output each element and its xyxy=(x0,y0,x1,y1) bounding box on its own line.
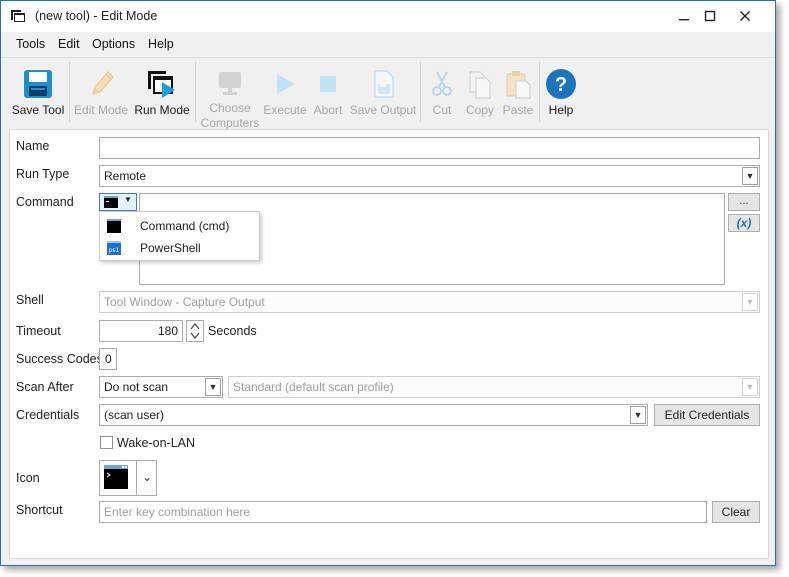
svg-text:?: ? xyxy=(555,74,567,96)
run-type-dropdown[interactable]: Remote ▼ xyxy=(99,165,760,187)
scan-after-label: Scan After xyxy=(16,380,74,394)
insert-variable-button[interactable]: (x) xyxy=(728,214,760,232)
toolbar-separator xyxy=(420,62,421,122)
menu-edit[interactable]: Edit xyxy=(58,37,80,51)
tool-editor-form: Name Run Type Remote ▼ Command ▼ ... (x)… xyxy=(9,129,769,559)
edit-credentials-button[interactable]: Edit Credentials xyxy=(654,404,760,426)
copy-button[interactable]: Copy xyxy=(462,64,498,124)
cmd-icon xyxy=(107,219,121,233)
credentials-dropdown[interactable]: (scan user) ▼ xyxy=(99,404,648,426)
chevron-down-icon: ▼ xyxy=(630,406,646,424)
chevron-down-icon: ▼ xyxy=(205,378,221,396)
chevron-down-icon: ▼ xyxy=(742,293,758,311)
chevron-down-icon: ⌄ xyxy=(142,470,153,484)
scan-profile-dropdown[interactable]: Standard (default scan profile) ▼ xyxy=(228,376,760,398)
run-mode-icon xyxy=(148,71,175,98)
toolbar-separator xyxy=(195,62,196,122)
command-browse-button[interactable]: ... xyxy=(728,193,760,211)
wake-on-lan-checkbox[interactable] xyxy=(100,436,113,449)
chevron-down-icon: ▼ xyxy=(742,378,758,396)
cmd-icon xyxy=(104,196,118,208)
shell-dropdown[interactable]: Tool Window - Capture Output ▼ xyxy=(99,291,760,313)
chevron-down-icon: ▼ xyxy=(742,167,758,185)
clear-shortcut-button[interactable]: Clear xyxy=(712,501,760,523)
success-codes-input[interactable]: 0 xyxy=(99,348,117,370)
chevron-down-icon: ▼ xyxy=(124,195,132,204)
command-label: Command xyxy=(16,195,74,209)
play-icon xyxy=(277,74,295,94)
computer-icon xyxy=(219,72,241,95)
run-type-label: Run Type xyxy=(16,167,70,181)
toolbar: Save Tool Edit Mode Run Mode Choose Comp… xyxy=(1,57,775,130)
svg-text:ps1: ps1 xyxy=(109,247,120,254)
name-input[interactable] xyxy=(99,137,760,159)
paste-icon xyxy=(506,71,531,99)
timeout-label: Timeout xyxy=(16,324,61,338)
command-type-selector[interactable]: ▼ xyxy=(99,193,137,211)
save-tool-button[interactable]: Save Tool xyxy=(7,64,69,124)
pencil-icon xyxy=(92,71,114,95)
edit-mode-button[interactable]: Edit Mode xyxy=(72,64,130,124)
menu-bar: Tools Edit Options Help xyxy=(1,32,775,56)
floppy-disk-icon xyxy=(24,70,52,98)
powershell-icon: ps1 xyxy=(107,241,121,255)
app-window: (new tool) - Edit Mode Tools Edit Option… xyxy=(0,0,776,566)
toolbar-separator xyxy=(69,62,70,122)
scan-after-value: Do not scan xyxy=(104,380,169,394)
close-button[interactable] xyxy=(729,3,761,29)
toolbar-separator xyxy=(539,62,540,122)
icon-label: Icon xyxy=(16,471,40,485)
menu-item-command-cmd[interactable]: Command (cmd) xyxy=(100,215,259,237)
window-title: (new tool) - Edit Mode xyxy=(35,9,158,23)
help-icon: ? xyxy=(546,69,576,99)
shell-value: Tool Window - Capture Output xyxy=(104,295,265,309)
stop-icon xyxy=(320,76,336,92)
save-output-button[interactable]: Save Output xyxy=(348,64,418,124)
menu-item-powershell[interactable]: ps1 PowerShell xyxy=(100,237,259,259)
credentials-label: Credentials xyxy=(16,408,80,422)
timeout-unit: Seconds xyxy=(208,324,257,338)
help-button[interactable]: ? Help xyxy=(542,64,580,124)
close-icon xyxy=(740,11,750,21)
cut-button[interactable]: Cut xyxy=(425,64,459,124)
scan-after-dropdown[interactable]: Do not scan ▼ xyxy=(99,376,223,398)
command-type-menu: Command (cmd) ps1 PowerShell xyxy=(99,211,260,261)
paste-button[interactable]: Paste xyxy=(500,64,536,124)
choose-computers-button[interactable]: Choose Computers xyxy=(198,64,262,130)
maximize-button[interactable] xyxy=(694,3,726,29)
save-document-icon xyxy=(374,70,394,98)
shell-label: Shell xyxy=(16,293,44,307)
timeout-input[interactable]: 180 xyxy=(99,320,183,342)
icon-picker[interactable]: ⌄ xyxy=(99,460,157,496)
execute-button[interactable]: Execute xyxy=(263,64,307,124)
spinner-arrows-icon xyxy=(190,323,200,339)
app-window-icon xyxy=(11,10,25,22)
menu-tools[interactable]: Tools xyxy=(16,37,45,51)
title-bar: (new tool) - Edit Mode xyxy=(1,1,775,32)
cmd-window-icon xyxy=(104,465,128,489)
shortcut-label: Shortcut xyxy=(16,503,63,517)
credentials-value: (scan user) xyxy=(104,408,165,422)
abort-button[interactable]: Abort xyxy=(308,64,348,124)
menu-help[interactable]: Help xyxy=(148,37,174,51)
run-mode-button[interactable]: Run Mode xyxy=(131,64,193,124)
scissors-icon xyxy=(432,71,452,96)
minimize-icon xyxy=(679,19,689,21)
name-label: Name xyxy=(16,139,50,153)
wake-on-lan-label: Wake-on-LAN xyxy=(117,436,196,450)
success-codes-label: Success Codes xyxy=(16,352,103,366)
shortcut-input[interactable]: Enter key combination here xyxy=(99,501,707,523)
menu-options[interactable]: Options xyxy=(92,37,135,51)
copy-icon xyxy=(469,71,491,99)
maximize-icon xyxy=(704,10,716,22)
timeout-stepper[interactable] xyxy=(186,320,204,342)
scan-profile-value: Standard (default scan profile) xyxy=(233,380,394,394)
run-type-value: Remote xyxy=(104,169,147,183)
